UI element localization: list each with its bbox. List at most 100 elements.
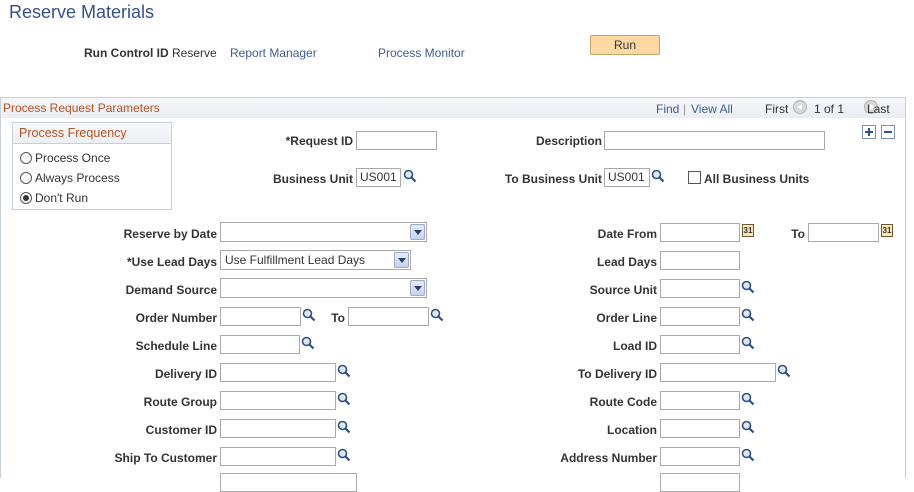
lead-days-label: Lead Days: [596, 255, 657, 269]
business-unit-lookup-icon[interactable]: [403, 169, 417, 183]
radio-button[interactable]: [20, 172, 32, 184]
description-label: Description: [535, 134, 602, 148]
order-number-to-input[interactable]: [348, 307, 429, 326]
request-id-input[interactable]: [356, 131, 437, 150]
radio-button-selected[interactable]: [20, 192, 32, 204]
chevron-down-icon[interactable]: [410, 224, 425, 240]
view-all-link[interactable]: View All: [691, 102, 733, 116]
first-label: First: [765, 102, 789, 116]
reserve-by-date-label: Reserve by Date: [123, 227, 217, 241]
route-group-lookup-icon[interactable]: [337, 392, 351, 406]
radio-process-once[interactable]: Process Once: [20, 151, 110, 165]
date-to-label: To: [791, 227, 805, 241]
run-control-label: Run Control ID: [84, 46, 169, 60]
address-number-lookup-icon[interactable]: [741, 448, 755, 462]
page-title: Reserve Materials: [9, 2, 155, 22]
route-group-input[interactable]: [220, 391, 336, 410]
to-business-unit-input[interactable]: US001: [604, 168, 650, 187]
section-header: Process Request Parameters Find | View A…: [0, 97, 906, 119]
find-link[interactable]: Find: [656, 102, 679, 116]
order-number-to-lookup-icon[interactable]: [430, 308, 444, 322]
load-id-lookup-icon[interactable]: [741, 336, 755, 350]
ship-to-customer-lookup-icon[interactable]: [337, 448, 351, 462]
page-info: 1 of 1: [814, 102, 845, 116]
separator: |: [683, 102, 687, 116]
delivery-id-lookup-icon[interactable]: [337, 364, 351, 378]
lead-days-input[interactable]: [660, 251, 740, 270]
reserve-by-date-select[interactable]: [220, 222, 427, 242]
schedule-line-lookup-icon[interactable]: [301, 336, 315, 350]
business-unit-label: Business Unit: [272, 172, 353, 186]
source-unit-lookup-icon[interactable]: [741, 280, 755, 294]
process-frequency-header: Process Frequency: [13, 123, 171, 144]
run-button[interactable]: Run: [590, 35, 660, 55]
section-title: Process Request Parameters: [3, 101, 160, 115]
process-frequency-title: Process Frequency: [19, 126, 127, 140]
delete-row-icon[interactable]: [881, 125, 895, 139]
use-lead-days-select[interactable]: Use Fulfillment Lead Days: [220, 250, 411, 270]
schedule-line-label: Schedule Line: [135, 339, 217, 353]
date-from-label: Date From: [597, 227, 657, 241]
load-id-label: Load ID: [613, 339, 657, 353]
order-line-label: Order Line: [596, 311, 657, 325]
to-delivery-id-input[interactable]: [660, 363, 776, 382]
last-label: Last: [867, 102, 890, 116]
demand-source-select[interactable]: [220, 278, 427, 298]
date-from-input[interactable]: [660, 223, 740, 242]
process-frequency-group: Process Frequency Process Once Always Pr…: [12, 122, 172, 210]
order-number-input[interactable]: [220, 307, 301, 326]
route-code-input[interactable]: [660, 391, 740, 410]
add-row-icon[interactable]: [862, 125, 876, 139]
radio-always-process[interactable]: Always Process: [20, 171, 120, 185]
customer-id-lookup-icon[interactable]: [337, 420, 351, 434]
customer-id-input[interactable]: [220, 419, 336, 438]
chevron-down-icon[interactable]: [410, 280, 425, 296]
address-number-input[interactable]: [660, 447, 740, 466]
previous-circle-icon[interactable]: [793, 100, 807, 114]
order-number-lookup-icon[interactable]: [302, 308, 316, 322]
customer-id-label: Customer ID: [145, 423, 217, 437]
demand-source-label: Demand Source: [125, 283, 217, 297]
order-line-input[interactable]: [660, 307, 740, 326]
ship-to-customer-input[interactable]: [220, 447, 336, 466]
radio-button[interactable]: [20, 152, 32, 164]
delivery-id-label: Delivery ID: [154, 367, 217, 381]
select-value: Use Fulfillment Lead Days: [225, 253, 366, 267]
radio-label: Process Once: [35, 151, 111, 165]
use-lead-days-label: *Use Lead Days: [126, 255, 217, 269]
route-group-label: Route Group: [143, 395, 217, 409]
schedule-line-input[interactable]: [220, 335, 300, 354]
load-id-input[interactable]: [660, 335, 740, 354]
route-code-lookup-icon[interactable]: [741, 392, 755, 406]
all-business-units-label: All Business Units: [704, 172, 810, 186]
order-number-to-label: To: [331, 311, 345, 325]
radio-dont-run[interactable]: Don't Run: [20, 191, 88, 205]
source-unit-input[interactable]: [660, 279, 740, 298]
request-id-label: *Request ID: [285, 134, 353, 148]
process-monitor-link[interactable]: Process Monitor: [378, 46, 465, 60]
delivery-id-input[interactable]: [220, 363, 336, 382]
to-business-unit-lookup-icon[interactable]: [651, 169, 665, 183]
business-unit-input[interactable]: US001: [356, 168, 401, 187]
radio-label: Don't Run: [35, 191, 88, 205]
date-to-calendar-icon[interactable]: 31: [881, 224, 893, 237]
report-manager-link[interactable]: Report Manager: [230, 46, 317, 60]
order-line-lookup-icon[interactable]: [741, 308, 755, 322]
to-delivery-id-label: To Delivery ID: [577, 367, 657, 381]
route-code-label: Route Code: [589, 395, 657, 409]
ship-to-customer-label: Ship To Customer: [114, 451, 217, 465]
location-label: Location: [607, 423, 657, 437]
address-number-label: Address Number: [560, 451, 657, 465]
source-unit-label: Source Unit: [589, 283, 657, 297]
order-number-label: Order Number: [135, 311, 217, 325]
run-control-value: Reserve: [172, 46, 217, 60]
location-lookup-icon[interactable]: [741, 420, 755, 434]
to-business-unit-label: To Business Unit: [504, 172, 602, 186]
chevron-down-icon[interactable]: [394, 252, 409, 268]
date-to-input[interactable]: [808, 223, 879, 242]
description-input[interactable]: [604, 131, 825, 150]
date-from-calendar-icon[interactable]: 31: [742, 224, 754, 237]
location-input[interactable]: [660, 419, 740, 438]
to-delivery-id-lookup-icon[interactable]: [777, 364, 791, 378]
all-business-units-checkbox[interactable]: [688, 171, 701, 184]
